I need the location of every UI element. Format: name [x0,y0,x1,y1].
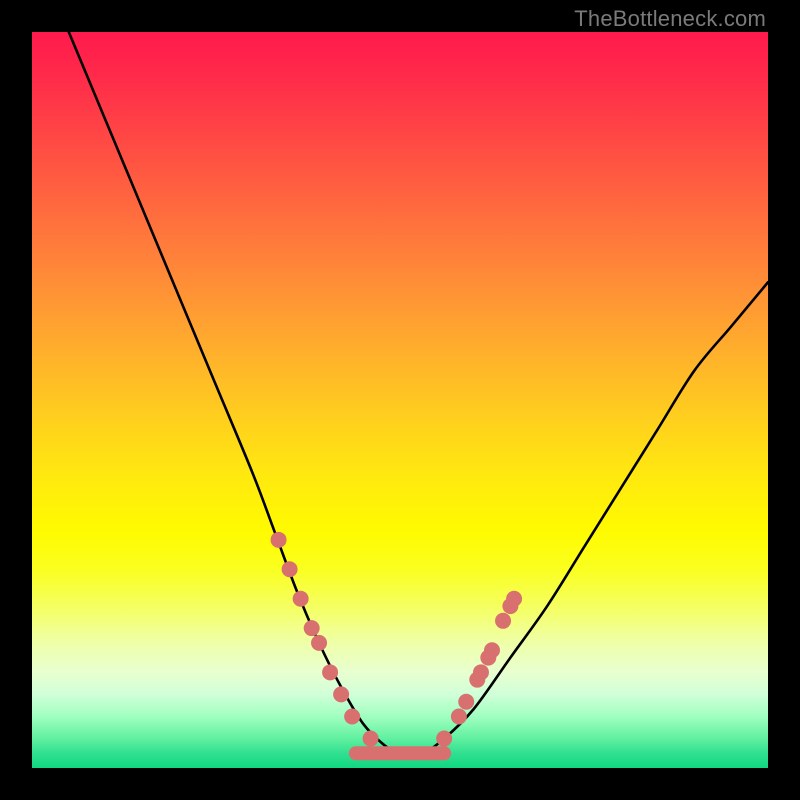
data-point [344,708,360,724]
bottleneck-curve [69,32,768,755]
data-point [311,635,327,651]
data-point [473,664,489,680]
data-point [322,664,338,680]
data-point [363,731,379,747]
data-point [304,620,320,636]
watermark-text: TheBottleneck.com [574,6,766,32]
curve-line-group [69,32,768,755]
data-point-markers [271,532,523,747]
chart-container: TheBottleneck.com [0,0,800,800]
chart-svg [32,32,768,768]
data-point [333,686,349,702]
data-point [506,591,522,607]
data-point [458,694,474,710]
data-point [271,532,287,548]
data-point [293,591,309,607]
data-point [436,731,452,747]
data-point [484,642,500,658]
data-point [451,708,467,724]
data-point [282,561,298,577]
data-point [495,613,511,629]
plot-area [32,32,768,768]
